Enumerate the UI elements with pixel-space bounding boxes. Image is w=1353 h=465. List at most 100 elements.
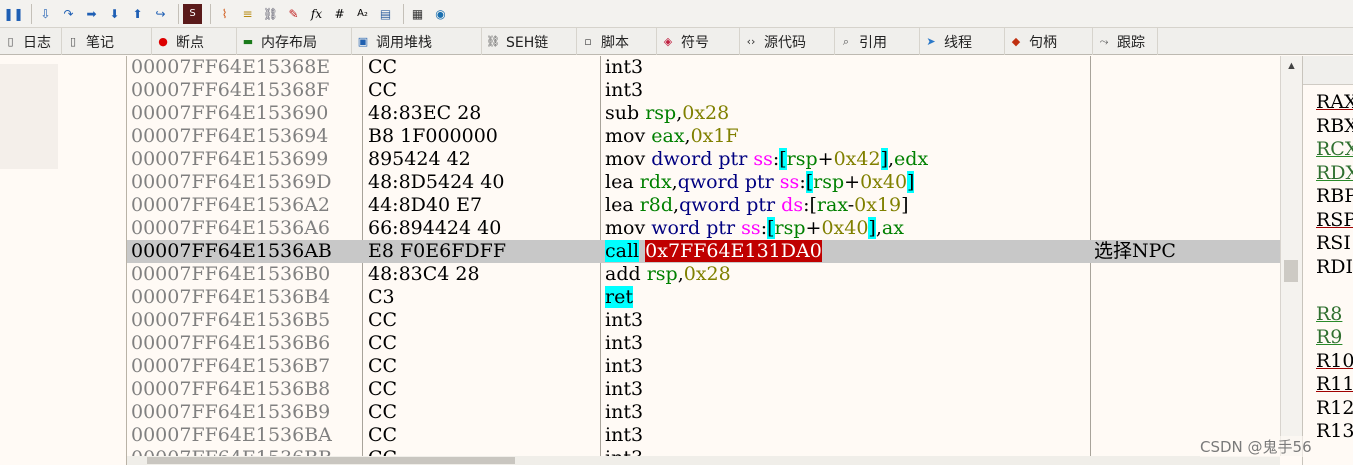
- disasm-row[interactable]: 00007FF64E1536B6 CC int3: [127, 332, 1280, 355]
- toolbar-separator: [210, 3, 211, 24]
- tab-threads[interactable]: ➤ 线程: [920, 28, 1005, 55]
- register-rsi[interactable]: RSI: [1316, 232, 1351, 255]
- scroll-up-icon[interactable]: ▲: [1281, 56, 1302, 76]
- tab-script[interactable]: ▫ 脚本: [577, 28, 657, 55]
- register-rdi[interactable]: RDI: [1316, 256, 1353, 279]
- link-icon[interactable]: ⛓: [261, 4, 280, 24]
- opcode-bytes: CC: [368, 401, 398, 423]
- mnemonic: lea: [605, 171, 634, 193]
- disasm-row[interactable]: 00007FF64E1536A6 66:894424 40 mov word ptr…: [127, 217, 1280, 240]
- disasm-row[interactable]: 00007FF64E15368E CC int3: [127, 56, 1280, 79]
- disasm-row[interactable]: 00007FF64E1536AB E8 F0E6FDFF call 0x7FF64E…: [127, 240, 1280, 263]
- mnemonic: int3: [605, 378, 644, 400]
- tab-label: 日志: [23, 34, 51, 51]
- disasm-row[interactable]: 00007FF64E153690 48:83EC 28 sub rsp,0x28: [127, 102, 1280, 125]
- list-icon[interactable]: ≡: [238, 4, 257, 24]
- disasm-row[interactable]: 00007FF64E1536BA CC int3: [127, 424, 1280, 447]
- operand-punc: ]: [901, 194, 909, 216]
- register-rax[interactable]: RAX: [1316, 91, 1353, 114]
- register-rcx[interactable]: RCX: [1316, 138, 1353, 161]
- operand-target[interactable]: 0x7FF64E131DA0: [645, 240, 822, 262]
- highlight-icon[interactable]: ✎: [284, 4, 303, 24]
- vertical-scrollbar[interactable]: ▲: [1280, 56, 1302, 456]
- register-r13[interactable]: R13: [1316, 420, 1353, 443]
- operand-seg: ss: [753, 148, 773, 170]
- operand-num: 0x40: [821, 217, 869, 239]
- disasm-row[interactable]: 00007FF64E153699 895424 42 mov dword ptr s…: [127, 148, 1280, 171]
- patch-icon[interactable]: ⌇: [215, 4, 234, 24]
- function-icon[interactable]: fx: [307, 4, 326, 24]
- registers-panel: RAX RBX RCX RDX RBP RSP RSI RDI R8 R9 R10 R11 R12 R13: [1302, 56, 1353, 465]
- disasm-row[interactable]: 00007FF64E1536A2 44:8D40 E7 lea r8d,qword …: [127, 194, 1280, 217]
- disasm-row[interactable]: 00007FF64E15368F CC int3: [127, 79, 1280, 102]
- register-r10[interactable]: R10: [1316, 350, 1353, 373]
- disassembly-view[interactable]: 00007FF64E15368E CC int3 00007FF64E15368F CC…: [127, 56, 1280, 465]
- register-r9[interactable]: R9: [1316, 326, 1342, 349]
- toolbar-separator: [178, 3, 179, 24]
- instruction: int3: [605, 79, 643, 102]
- globe-icon[interactable]: ◉: [431, 4, 450, 24]
- font-size-icon[interactable]: A₂: [353, 4, 372, 24]
- step-over-icon[interactable]: ↷: [59, 4, 78, 24]
- register-rdx[interactable]: RDX: [1316, 162, 1353, 185]
- step-down-icon[interactable]: ⬇: [105, 4, 124, 24]
- disasm-row[interactable]: 00007FF64E1536B8 CC int3: [127, 378, 1280, 401]
- instruction: add rsp,0x28: [605, 263, 731, 286]
- tab-notes[interactable]: ▯ 笔记: [62, 28, 152, 55]
- hash-icon[interactable]: #: [330, 4, 349, 24]
- tab-symbols[interactable]: ◈ 符号: [657, 28, 740, 55]
- calculator-icon[interactable]: ▦: [408, 4, 427, 24]
- tab-handles[interactable]: ◆ 句柄: [1005, 28, 1093, 55]
- tab-source[interactable]: ‹› 源代码: [740, 28, 835, 55]
- operand-num: 0x42: [833, 148, 881, 170]
- disasm-row[interactable]: 00007FF64E1536B5 CC int3: [127, 309, 1280, 332]
- opcode-bytes: 48:8D5424 40: [368, 171, 505, 193]
- disasm-row[interactable]: 00007FF64E1536B4 C3 ret: [127, 286, 1280, 309]
- instruction: lea r8d,qword ptr ds:[rax-0x19]: [605, 194, 909, 217]
- log-icon: ▯: [7, 35, 14, 48]
- step-into-icon[interactable]: ⇩: [36, 4, 55, 24]
- register-rbp[interactable]: RBP: [1316, 185, 1353, 208]
- opcode-bytes: C3: [368, 286, 395, 308]
- address: 00007FF64E1536B6: [131, 332, 331, 354]
- goto-icon[interactable]: ↪: [151, 4, 170, 24]
- horizontal-scrollbar[interactable]: [127, 456, 1280, 465]
- tab-seh-chain[interactable]: ⛓ SEH链: [482, 28, 577, 55]
- register-r8[interactable]: R8: [1316, 303, 1342, 326]
- module-icon[interactable]: ▤: [376, 4, 395, 24]
- disasm-row[interactable]: 00007FF64E1536B0 48:83C4 28 add rsp,0x28: [127, 263, 1280, 286]
- address: 00007FF64E1536AB: [131, 240, 332, 262]
- tab-trace[interactable]: ⤳ 跟踪: [1093, 28, 1158, 55]
- operand-reg: edx: [894, 148, 929, 170]
- tab-label: 内存布局: [261, 34, 317, 51]
- tab-memory-map[interactable]: ▬ 内存布局: [237, 28, 352, 55]
- register-r12[interactable]: R12: [1316, 397, 1353, 420]
- run-to-icon[interactable]: ➡: [82, 4, 101, 24]
- operand-punc: +: [844, 171, 861, 193]
- operand-reg: rdx: [639, 171, 672, 193]
- tab-call-stack[interactable]: ▣ 调用堆栈: [352, 28, 482, 55]
- operand-num: 0x28: [682, 102, 730, 124]
- mnemonic: mov: [605, 125, 646, 147]
- disasm-row[interactable]: 00007FF64E15369D 48:8D5424 40 lea rdx,qwor…: [127, 171, 1280, 194]
- horizontal-scroll-thumb[interactable]: [147, 457, 515, 464]
- script-icon[interactable]: S: [183, 3, 202, 24]
- call-stack-icon: ▣: [357, 35, 369, 48]
- scroll-thumb[interactable]: [1284, 260, 1298, 282]
- operand-reg: ax: [881, 217, 904, 239]
- register-r11[interactable]: R11: [1316, 373, 1353, 396]
- handles-icon: ◆: [1011, 35, 1021, 48]
- register-rsp[interactable]: RSP: [1316, 209, 1353, 232]
- disasm-row[interactable]: 00007FF64E153694 B8 1F000000 mov eax,0x1F: [127, 125, 1280, 148]
- tab-log[interactable]: ▯ 日志: [0, 28, 62, 55]
- pause-icon[interactable]: ❚❚: [3, 4, 23, 24]
- opcode-bytes: CC: [368, 309, 398, 331]
- tab-breakpoint[interactable]: ● 断点: [152, 28, 237, 55]
- tab-references[interactable]: ⌕ 引用: [835, 28, 920, 55]
- mnemonic: call: [605, 240, 640, 262]
- disasm-row[interactable]: 00007FF64E1536B9 CC int3: [127, 401, 1280, 424]
- register-rbx[interactable]: RBX: [1316, 115, 1353, 138]
- mnemonic: int3: [605, 355, 644, 377]
- disasm-row[interactable]: 00007FF64E1536B7 CC int3: [127, 355, 1280, 378]
- step-out-icon[interactable]: ⬆: [128, 4, 147, 24]
